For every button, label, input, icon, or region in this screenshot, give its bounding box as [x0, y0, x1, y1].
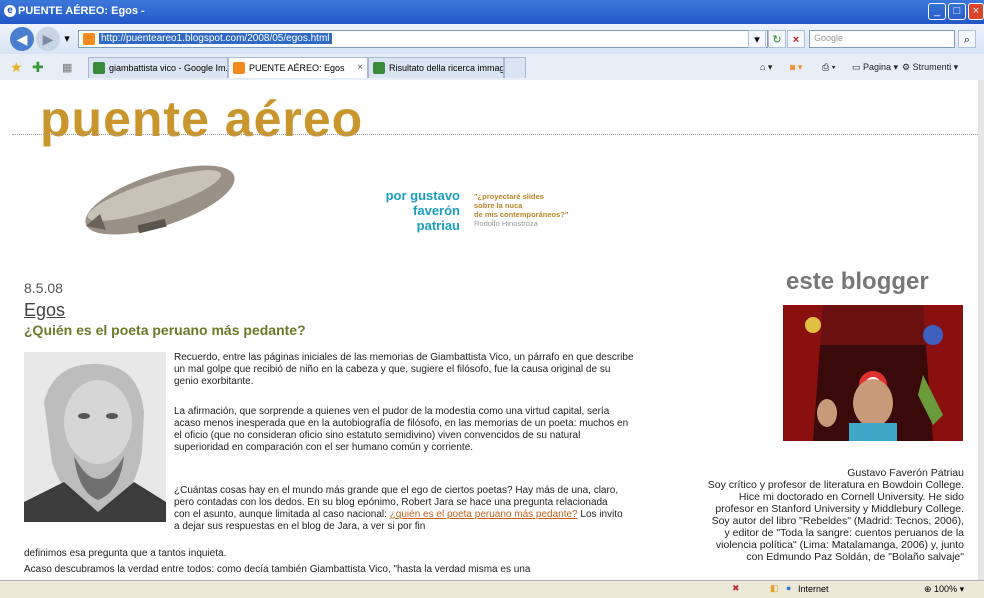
address-dropdown-icon[interactable]: ▾ — [748, 30, 766, 48]
page-menu[interactable]: ▭ Pagina ▾ — [852, 62, 898, 73]
feeds-icon[interactable]: ◙ ▾ — [790, 62, 802, 73]
search-icon[interactable]: ⌕ — [958, 30, 976, 48]
refresh-icon[interactable]: ↻ — [768, 30, 786, 48]
pedante-link[interactable]: ¿quién es el poeta peruano más pedante? — [390, 509, 578, 520]
google-tab-icon — [93, 62, 105, 74]
globe-icon: ● — [786, 583, 792, 593]
add-favorite-icon[interactable]: ✚ — [32, 59, 44, 76]
search-input[interactable]: Google — [809, 30, 955, 48]
tools-menu[interactable]: ⚙ Strumenti ▾ — [902, 62, 958, 73]
tab-risultato[interactable]: Risultato della ricerca immagi... — [368, 57, 504, 78]
navigation-bar: ◀ ▶ ▾ http://puenteareo1.blogspot.com/20… — [0, 24, 984, 55]
window-title: PUENTE AÉREO: Egos - — [18, 5, 145, 17]
print-icon[interactable]: ⎙ ▾ — [822, 62, 835, 73]
window-titlebar: e PUENTE AÉREO: Egos - _ □ × — [0, 0, 984, 24]
post-paragraph-3: ¿Cuántas cosas hay en el mundo más grand… — [174, 485, 623, 532]
security-icon: ◧ — [770, 583, 779, 593]
privacy-icon[interactable]: ✖ — [732, 583, 740, 594]
tab-puente-aereo[interactable]: PUENTE AÉREO: Egos × — [228, 57, 368, 78]
close-button[interactable]: × — [968, 3, 984, 20]
post-paragraph-3-end: definimos esa pregunta que a tantos inqu… — [24, 548, 227, 559]
blogger-bio: Gustavo Faverón Patriau Soy crítico y pr… — [707, 467, 964, 563]
tab-label: PUENTE AÉREO: Egos — [249, 63, 345, 73]
address-url: http://puenteareo1.blogspot.com/2008/05/… — [99, 33, 332, 44]
post-subtitle: ¿Quién es el poeta peruano más pedante? — [24, 322, 306, 338]
tab-bar: ★ ✚ ▦ giambattista vico - Google Im... P… — [0, 54, 984, 81]
vico-portrait-image — [24, 352, 166, 522]
address-bar[interactable]: http://puenteareo1.blogspot.com/2008/05/… — [78, 30, 768, 48]
blogger-favicon-icon — [83, 33, 95, 45]
blog-title[interactable]: puente aéreo — [40, 90, 363, 148]
zeppelin-image — [85, 165, 235, 235]
zoom-level[interactable]: ⊕ 100% ▾ — [924, 584, 964, 595]
ie-icon: e — [4, 5, 16, 17]
blogger-photo-image[interactable] — [783, 305, 963, 441]
minimize-button[interactable]: _ — [928, 3, 946, 20]
new-tab-button[interactable] — [504, 57, 526, 78]
vertical-scrollbar[interactable] — [978, 80, 984, 580]
blogger-tab-icon — [233, 62, 245, 74]
zone-label: Internet — [798, 584, 829, 594]
close-tab-icon[interactable]: × — [357, 62, 363, 73]
forward-button[interactable]: ▶ — [36, 27, 60, 51]
quick-tabs-icon[interactable]: ▦ — [62, 61, 72, 74]
stop-icon[interactable]: × — [787, 30, 805, 48]
header-quote: "¿proyectaré slides sobre la nuca de mis… — [474, 192, 569, 228]
back-button[interactable]: ◀ — [10, 27, 34, 51]
maximize-button[interactable]: □ — [948, 3, 966, 20]
header-divider — [12, 134, 978, 135]
post-title[interactable]: Egos — [24, 300, 65, 321]
tab-google-images[interactable]: giambattista vico - Google Im... — [88, 57, 228, 78]
post-date: 8.5.08 — [24, 280, 63, 296]
favorites-star-icon[interactable]: ★ — [10, 59, 23, 76]
home-icon[interactable]: ⌂ ▾ — [760, 62, 772, 73]
google-tab-icon — [373, 62, 385, 74]
byline: por gustavo faverón patriau — [385, 188, 460, 233]
post-paragraph-4: Acaso descubramos la verdad entre todos:… — [24, 564, 531, 575]
status-bar: ✖ ◧ ● Internet ⊕ 100% ▾ — [0, 580, 984, 598]
tab-label: giambattista vico - Google Im... — [109, 63, 228, 73]
post-paragraph-2: La afirmación, que sorprende a quienes v… — [174, 406, 629, 453]
sidebar-heading: este blogger — [786, 268, 929, 295]
post-paragraph-1: Recuerdo, entre las páginas iniciales de… — [174, 352, 634, 387]
page-content: puente aéreo por gustavo faverón patriau… — [0, 80, 978, 580]
history-dropdown-icon[interactable]: ▾ — [58, 30, 76, 48]
tab-label: Risultato della ricerca immagi... — [389, 63, 504, 73]
